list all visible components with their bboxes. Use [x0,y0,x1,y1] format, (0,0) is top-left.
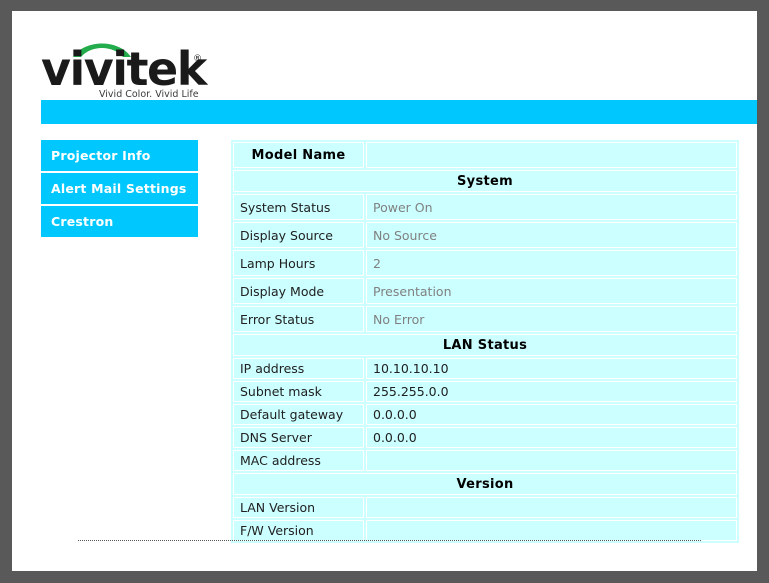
sidebar-item-alert-mail-settings[interactable]: Alert Mail Settings [41,173,198,204]
table-row: System Status Power On [233,194,737,220]
projector-info-table: Model Name System System Status Power On… [231,140,739,543]
sidebar-nav: Projector Info Alert Mail Settings Crest… [41,140,198,239]
row-value-mac-address [366,450,737,471]
row-label-system-status: System Status [233,194,364,220]
projector-web-page: vivitek ® Vivid Color. Vivid Life Projec… [12,11,757,571]
row-label-default-gateway: Default gateway [233,404,364,425]
row-label-dns-server: DNS Server [233,427,364,448]
row-label-error-status: Error Status [233,306,364,332]
table-row: DNS Server 0.0.0.0 [233,427,737,448]
row-value-display-source: No Source [366,222,737,248]
row-label-display-source: Display Source [233,222,364,248]
table-row: Display Mode Presentation [233,278,737,304]
row-value-lamp-hours: 2 [366,250,737,276]
table-row: Error Status No Error [233,306,737,332]
section-header-system: System [233,170,737,192]
section-header-version: Version [233,473,737,495]
row-label-ip-address: IP address [233,358,364,379]
row-label-lamp-hours: Lamp Hours [233,250,364,276]
table-row: IP address 10.10.10.10 [233,358,737,379]
row-value-lan-version [366,497,737,518]
section-header-lan-status: LAN Status [233,334,737,356]
table-row: MAC address [233,450,737,471]
model-name-value [366,142,737,168]
logo-wordmark: vivitek [41,42,209,96]
row-label-display-mode: Display Mode [233,278,364,304]
row-value-display-mode: Presentation [366,278,737,304]
table-row: Lamp Hours 2 [233,250,737,276]
footer-divider [78,540,701,542]
logo-registered-icon: ® [193,54,202,64]
row-value-ip-address: 10.10.10.10 [366,358,737,379]
model-name-label: Model Name [233,142,364,168]
logo-tagline: Vivid Color. Vivid Life [99,89,199,97]
table-row: Display Source No Source [233,222,737,248]
section-title-system: System [233,170,737,192]
sidebar-item-projector-info[interactable]: Projector Info [41,140,198,171]
section-title-version: Version [233,473,737,495]
row-value-dns-server: 0.0.0.0 [366,427,737,448]
row-label-mac-address: MAC address [233,450,364,471]
row-label-lan-version: LAN Version [233,497,364,518]
header-banner [41,100,757,124]
logo-graphic: vivitek ® Vivid Color. Vivid Life [41,42,210,97]
section-title-lan-status: LAN Status [233,334,737,356]
table-row: Default gateway 0.0.0.0 [233,404,737,425]
sidebar-item-crestron[interactable]: Crestron [41,206,198,237]
table-row: F/W Version [233,520,737,541]
row-value-error-status: No Error [366,306,737,332]
table-row: Subnet mask 255.255.0.0 [233,381,737,402]
row-value-fw-version [366,520,737,541]
row-value-default-gateway: 0.0.0.0 [366,404,737,425]
row-label-fw-version: F/W Version [233,520,364,541]
table-row-model-name: Model Name [233,142,737,168]
row-label-subnet-mask: Subnet mask [233,381,364,402]
vivitek-logo: vivitek ® Vivid Color. Vivid Life [41,35,301,97]
row-value-system-status: Power On [366,194,737,220]
row-value-subnet-mask: 255.255.0.0 [366,381,737,402]
table-row: LAN Version [233,497,737,518]
